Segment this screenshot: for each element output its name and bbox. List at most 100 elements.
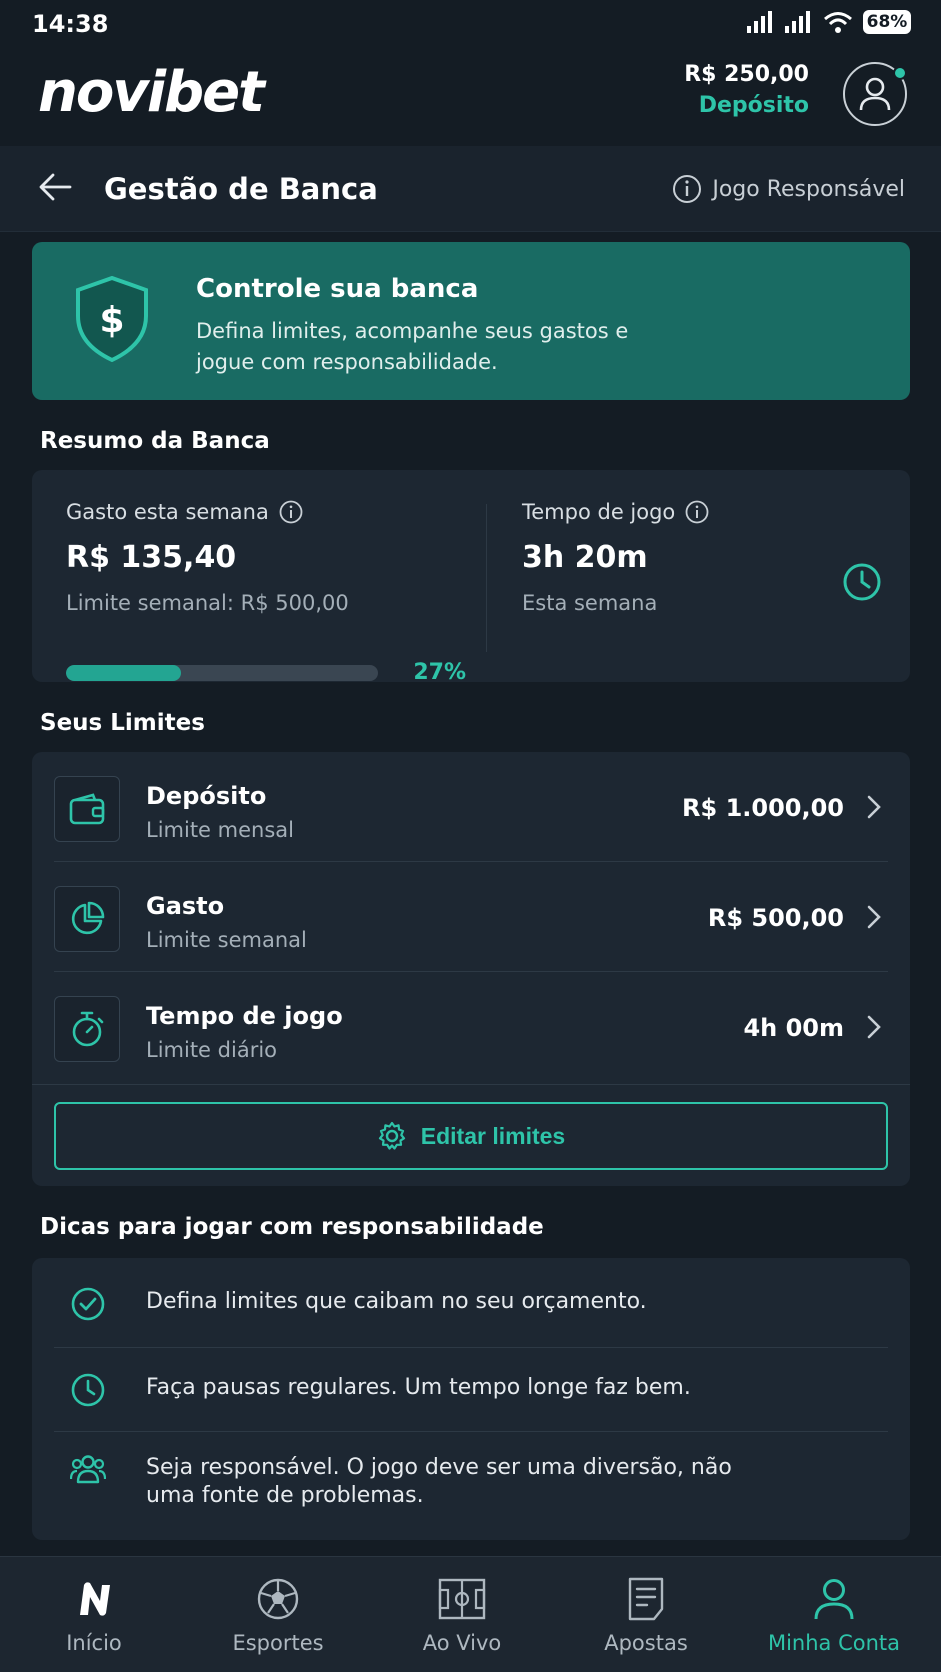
novibet-logo[interactable]: novibet xyxy=(38,60,265,125)
time-label: Tempo de jogo xyxy=(522,500,676,524)
limit-icon-box xyxy=(54,886,120,952)
check-circle-icon xyxy=(71,1287,105,1321)
limit-row-spending[interactable]: Gasto Limite semanal R$ 500,00 xyxy=(32,862,910,972)
clock-icon xyxy=(843,563,881,601)
limit-name: Tempo de jogo xyxy=(146,1002,343,1030)
user-icon xyxy=(814,1579,854,1620)
novibet-home-icon xyxy=(80,1582,110,1616)
profile-avatar-button[interactable] xyxy=(843,62,907,126)
limits-card: Depósito Limite mensal R$ 1.000,00 Gasto… xyxy=(32,752,910,1186)
info-icon[interactable] xyxy=(279,500,303,524)
bottom-nav: Início Esportes Ao Vivo Apostas Minha Co… xyxy=(0,1556,941,1672)
limits-section-title: Seus Limites xyxy=(40,710,205,736)
limit-row-playtime[interactable]: Tempo de jogo Limite diário 4h 00m xyxy=(32,972,910,1082)
limit-sub: Limite diário xyxy=(146,1038,278,1062)
edit-limits-button[interactable]: Editar limites xyxy=(54,1102,888,1170)
limit-sub: Limite semanal xyxy=(146,928,307,952)
nav-label: Ao Vivo xyxy=(422,1631,502,1655)
banner-description: Defina limites, acompanhe seus gastos e … xyxy=(196,319,629,374)
spent-label: Gasto esta semana xyxy=(66,500,269,524)
limits-divider xyxy=(32,1084,910,1085)
time-summary: Tempo de jogo 3h 20m Esta semana xyxy=(522,500,862,615)
signal-icon xyxy=(747,11,772,33)
balance-value: R$ 250,00 xyxy=(684,62,809,87)
control-banner: $ Controle sua banca Defina limites, aco… xyxy=(32,242,910,400)
time-value: 3h 20m xyxy=(522,540,648,575)
chevron-right-icon xyxy=(867,905,881,929)
tip-row: Faça pausas regulares. Um tempo longe fa… xyxy=(32,1348,910,1432)
soccer-ball-icon xyxy=(257,1578,299,1620)
progress-percent: 27% xyxy=(413,660,466,685)
status-time: 14:38 xyxy=(32,10,109,38)
responsible-gaming-link[interactable]: Jogo Responsável xyxy=(672,174,905,204)
shield-dollar-icon: $ xyxy=(76,276,148,362)
nav-item-esportes[interactable]: Esportes xyxy=(184,1557,372,1672)
nav-label: Esportes xyxy=(232,1631,324,1655)
spent-limit: Limite semanal: R$ 500,00 xyxy=(66,591,349,615)
nav-label: Início xyxy=(66,1631,122,1655)
tip-row: Seja responsável. O jogo deve ser uma di… xyxy=(32,1432,910,1540)
summary-card: Gasto esta semana R$ 135,40 Limite seman… xyxy=(32,470,910,685)
limit-value: 4h 00m xyxy=(743,1014,844,1042)
tips-card: Defina limites que caibam no seu orçamen… xyxy=(32,1258,910,1540)
status-bar: 14:38 68% xyxy=(0,0,941,50)
field-icon xyxy=(438,1578,486,1620)
app-header: novibet R$ 250,00 Depósito xyxy=(0,50,941,146)
balance-block: R$ 250,00 Depósito xyxy=(684,62,809,118)
summary-divider xyxy=(486,504,487,652)
spent-value: R$ 135,40 xyxy=(66,540,237,575)
page-title-bar: Gestão de Banca Jogo Responsável xyxy=(0,146,941,232)
back-button[interactable] xyxy=(38,172,72,202)
nav-item-inicio[interactable]: Início xyxy=(0,1557,188,1672)
spent-summary: Gasto esta semana R$ 135,40 Limite seman… xyxy=(66,500,486,685)
nav-label: Apostas xyxy=(604,1631,688,1655)
bet-slip-icon xyxy=(628,1577,664,1621)
progress-fill xyxy=(66,664,182,681)
gear-icon xyxy=(378,1121,405,1150)
limit-value: R$ 500,00 xyxy=(707,904,844,932)
chevron-right-icon xyxy=(867,795,881,819)
info-icon xyxy=(673,175,702,203)
progress-track xyxy=(66,664,378,681)
nav-item-apostas[interactable]: Apostas xyxy=(552,1557,740,1672)
limit-value: R$ 1.000,00 xyxy=(682,794,844,822)
limit-row-deposit[interactable]: Depósito Limite mensal R$ 1.000,00 xyxy=(32,752,910,862)
chevron-right-icon xyxy=(867,1015,881,1039)
tip-row: Defina limites que caibam no seu orçamen… xyxy=(32,1258,910,1348)
limit-name: Depósito xyxy=(146,782,267,810)
wifi-icon xyxy=(824,12,852,33)
limit-icon-box xyxy=(54,776,120,842)
banner-title: Controle sua banca xyxy=(196,274,479,304)
wallet-icon xyxy=(69,793,105,825)
limit-icon-box xyxy=(54,996,120,1062)
tip-text: Seja responsável. O jogo deve ser uma di… xyxy=(146,1455,732,1508)
summary-section-title: Resumo da Banca xyxy=(40,428,270,454)
edit-limits-label: Editar limites xyxy=(420,1122,566,1149)
tips-section-title: Dicas para jogar com responsabilidade xyxy=(40,1214,544,1240)
limit-sub: Limite mensal xyxy=(146,818,294,842)
responsible-gaming-label: Jogo Responsável xyxy=(712,176,905,202)
users-icon xyxy=(70,1455,106,1484)
arrow-left-icon xyxy=(39,173,72,201)
signal-icon-2 xyxy=(785,11,810,33)
nav-item-minha-conta[interactable]: Minha Conta xyxy=(740,1557,928,1672)
user-icon xyxy=(859,77,891,111)
spent-label-row: Gasto esta semana xyxy=(66,500,486,524)
limit-name: Gasto xyxy=(146,892,225,920)
time-label-row: Tempo de jogo xyxy=(522,500,862,524)
nav-label: Minha Conta xyxy=(767,1631,901,1655)
svg-text:$: $ xyxy=(99,300,124,341)
time-sub: Esta semana xyxy=(522,591,658,615)
tip-text: Faça pausas regulares. Um tempo longe fa… xyxy=(146,1375,691,1400)
battery-icon: 68% xyxy=(863,10,911,34)
pie-chart-icon xyxy=(71,901,105,935)
stopwatch-icon xyxy=(72,1011,104,1047)
nav-item-ao-vivo[interactable]: Ao Vivo xyxy=(368,1557,556,1672)
info-icon[interactable] xyxy=(685,500,709,524)
spent-progress: 27% xyxy=(66,660,466,685)
deposit-link[interactable]: Depósito xyxy=(684,93,809,118)
tip-text: Defina limites que caibam no seu orçamen… xyxy=(146,1289,647,1314)
page-title: Gestão de Banca xyxy=(104,172,378,206)
clock-icon xyxy=(71,1373,105,1407)
notification-dot xyxy=(893,66,907,80)
